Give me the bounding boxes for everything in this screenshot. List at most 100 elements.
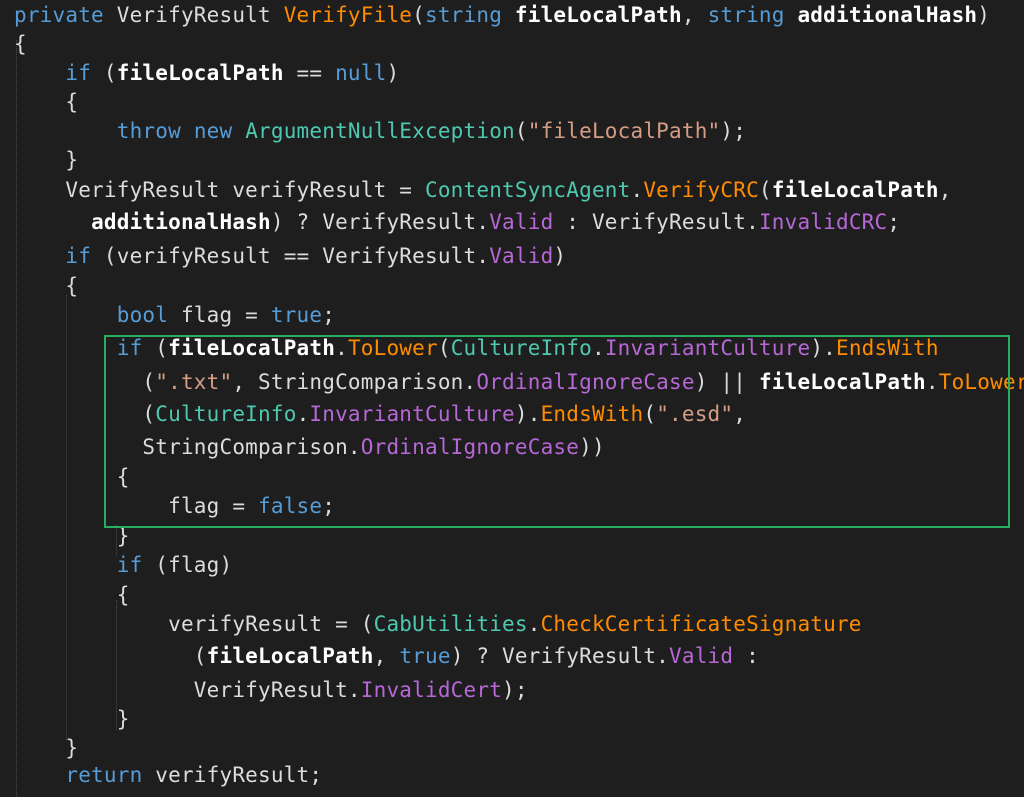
code-token: { — [65, 274, 79, 298]
code-editor[interactable]: private VerifyResult VerifyFile(string f… — [0, 0, 1024, 797]
code-token: ; — [322, 303, 336, 327]
code-line: private VerifyResult VerifyFile(string f… — [14, 0, 990, 30]
code-token: VerifyResult verifyResult = — [65, 178, 425, 202]
code-token: ) ? VerifyResult. — [450, 644, 670, 668]
code-token: if — [116, 336, 143, 360]
code-token: Valid — [489, 210, 554, 234]
code-token: ) — [977, 3, 991, 27]
code-token: ; — [887, 210, 901, 234]
code-token: ( — [643, 402, 657, 426]
code-line: StringComparison.OrdinalIgnoreCase)) — [14, 432, 605, 462]
code-token: . — [591, 336, 605, 360]
code-token: ) — [553, 244, 567, 268]
code-token: ( — [758, 178, 772, 202]
code-token: . — [296, 402, 310, 426]
code-token: "fileLocalPath" — [527, 119, 721, 143]
code-token: . — [527, 612, 541, 636]
code-token: fileLocalPath — [206, 644, 374, 668]
code-token: , StringComparison. — [232, 370, 477, 394]
code-token: , — [373, 644, 400, 668]
code-token: CultureInfo — [450, 336, 592, 360]
code-token: if — [65, 244, 92, 268]
code-token: ToLower — [938, 370, 1024, 394]
code-token: ) — [386, 61, 400, 85]
code-token: ) ? VerifyResult. — [270, 210, 490, 234]
code-token: additionalHash — [797, 3, 978, 27]
code-token: ( — [14, 370, 156, 394]
code-line: VerifyResult verifyResult = ContentSyncA… — [14, 175, 952, 205]
code-token: if — [65, 61, 92, 85]
code-token: ToLower — [347, 336, 438, 360]
code-token: )) — [579, 435, 605, 459]
code-token: Valid — [489, 244, 554, 268]
code-token: bool — [116, 303, 169, 327]
code-token: fileLocalPath — [758, 370, 926, 394]
code-token: ( — [412, 3, 425, 27]
code-token: (flag) — [142, 553, 233, 577]
code-token: ( — [14, 644, 207, 668]
code-line: (CultureInfo.InvariantCulture).EndsWith(… — [14, 399, 746, 429]
code-token: : — [733, 644, 759, 668]
code-token: , — [681, 3, 708, 27]
code-token: true — [270, 303, 323, 327]
code-token: VerifyResult. — [14, 678, 361, 702]
code-line: additionalHash) ? VerifyResult.Valid : V… — [14, 207, 900, 237]
code-token: fileLocalPath — [514, 3, 682, 27]
code-token: flag = — [168, 303, 271, 327]
code-token: InvalidCRC — [758, 210, 888, 234]
code-line: if (verifyResult == VerifyResult.Valid) — [14, 241, 566, 271]
code-token: fileLocalPath — [168, 336, 336, 360]
code-token: private — [14, 3, 104, 27]
code-line: { — [14, 462, 130, 492]
code-token: additionalHash — [91, 210, 271, 234]
code-line: flag = false; — [14, 491, 335, 521]
code-token: { — [65, 90, 79, 114]
code-token: . — [335, 336, 348, 360]
code-token: StringComparison. — [14, 435, 361, 459]
code-token: true — [399, 644, 451, 668]
code-token: { — [116, 465, 130, 489]
code-token: { — [116, 583, 130, 607]
code-token: , — [938, 178, 952, 202]
code-line: } — [14, 733, 78, 763]
code-line: return verifyResult; — [14, 760, 322, 790]
code-token: OrdinalIgnoreCase — [476, 370, 695, 394]
code-line: bool flag = true; — [14, 300, 335, 330]
code-token: { — [14, 32, 27, 56]
code-token: false — [258, 494, 323, 518]
code-line: verifyResult = (CabUtilities.CheckCertif… — [14, 609, 862, 639]
code-token: verifyResult; — [142, 763, 323, 787]
code-token: } — [116, 707, 130, 731]
code-token: ( — [142, 336, 169, 360]
code-line: VerifyResult.InvalidCert); — [14, 675, 528, 705]
code-token: VerifyFile — [283, 3, 413, 27]
code-token: fileLocalPath — [771, 178, 939, 202]
code-token: ). — [810, 336, 836, 360]
code-token: VerifyCRC — [643, 178, 759, 202]
code-token: CheckCertificateSignature — [540, 612, 862, 636]
code-token: InvalidCert — [360, 678, 503, 702]
code-token: ( — [14, 402, 156, 426]
code-line: (fileLocalPath, true) ? VerifyResult.Val… — [14, 641, 759, 671]
code-token: , — [733, 402, 747, 426]
code-token: CultureInfo — [155, 402, 297, 426]
